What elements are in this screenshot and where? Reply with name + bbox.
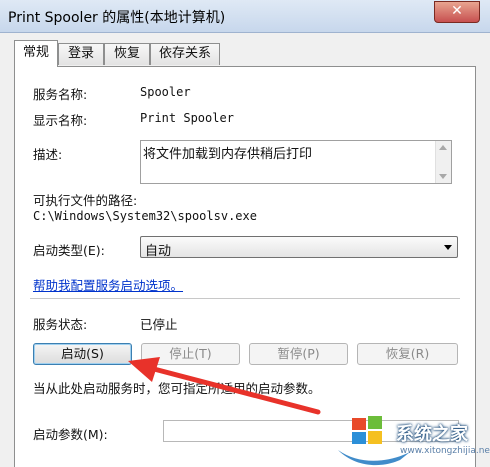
windows-flag-icon: [352, 416, 382, 444]
arrow-shaft: [151, 366, 321, 415]
watermark-url: www.xitongzhijia.net: [400, 446, 490, 456]
watermark-text: 系统之家: [396, 424, 468, 445]
tab-general[interactable]: 常规: [14, 40, 58, 67]
annotation-arrow: [128, 357, 321, 415]
arrow-head-icon: [128, 357, 160, 382]
